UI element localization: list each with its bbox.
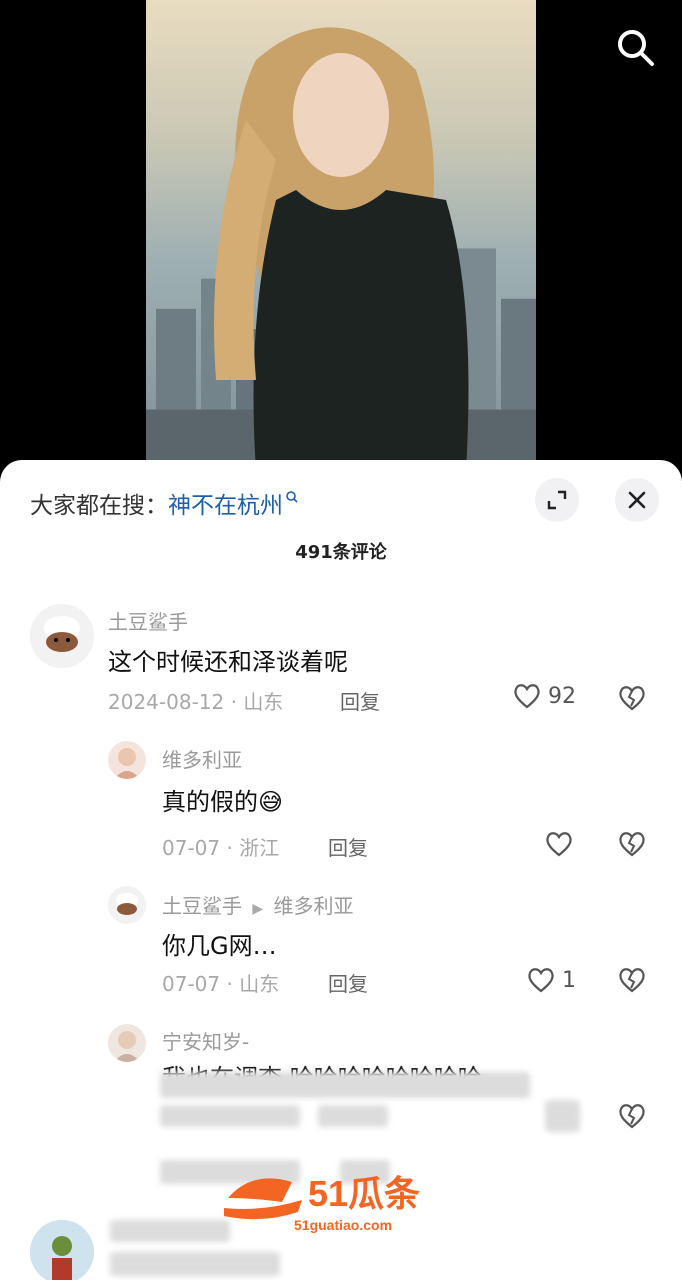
avatar-cow-icon bbox=[30, 604, 94, 668]
blurred-content bbox=[318, 1105, 388, 1127]
heart-icon bbox=[514, 684, 540, 709]
comment-meta: 07-07 · 山东 bbox=[162, 972, 280, 996]
avatar[interactable] bbox=[30, 1220, 94, 1280]
avatar-character-icon bbox=[30, 1220, 94, 1280]
comment-location: 山东 bbox=[239, 972, 280, 996]
watermark-url: 51guatiao.com bbox=[294, 1217, 392, 1233]
comment-meta: 07-07 · 浙江 bbox=[162, 836, 280, 860]
comment-text: 这个时候还和泽谈着呢 bbox=[108, 648, 348, 676]
close-icon bbox=[628, 491, 646, 509]
heart-icon[interactable] bbox=[544, 830, 574, 858]
avatar-girl-icon bbox=[114, 748, 140, 779]
blurred-content bbox=[160, 1072, 530, 1098]
broken-heart-icon[interactable] bbox=[617, 966, 647, 994]
blurred-content bbox=[160, 1105, 300, 1127]
comment-meta: 2024-08-12 · 山东 bbox=[108, 690, 284, 714]
blurred-content bbox=[545, 1100, 580, 1132]
app-screen: 大家都在搜：神不在杭州 491条评论 土豆鲨手 这个时候还和泽谈着呢 2024-… bbox=[0, 0, 682, 1280]
trending-keyword[interactable]: 神不在杭州 bbox=[168, 493, 283, 519]
blurred-content bbox=[110, 1252, 280, 1276]
broken-heart-icon[interactable] bbox=[617, 684, 647, 712]
search-small-icon bbox=[286, 491, 298, 503]
avatar[interactable] bbox=[108, 741, 146, 779]
search-icon[interactable] bbox=[612, 24, 660, 72]
avatar[interactable] bbox=[30, 604, 94, 668]
reply-button[interactable]: 回复 bbox=[340, 686, 380, 715]
reply-target-username[interactable]: 维多利亚 bbox=[274, 894, 354, 918]
broken-heart-icon[interactable] bbox=[617, 1102, 647, 1130]
comment-username[interactable]: 土豆鲨手 bbox=[162, 894, 242, 918]
expand-button[interactable] bbox=[535, 478, 579, 522]
comment-location: 山东 bbox=[243, 690, 284, 714]
comment-date: 07-07 bbox=[162, 836, 221, 860]
watermark-logo: 51瓜条 51guatiao.com bbox=[224, 1173, 420, 1233]
comment-username[interactable]: 维多利亚 bbox=[162, 744, 242, 773]
comment-count: 491条评论 bbox=[295, 542, 387, 563]
comment-sheet: 大家都在搜：神不在杭州 491条评论 土豆鲨手 这个时候还和泽谈着呢 2024-… bbox=[0, 460, 682, 1280]
comment-location: 浙江 bbox=[239, 836, 280, 860]
blurred-content bbox=[110, 1220, 230, 1242]
trending-search[interactable]: 大家都在搜：神不在杭州 bbox=[30, 486, 299, 520]
comment-username[interactable]: 土豆鲨手 bbox=[108, 606, 188, 635]
watermark-brand: 51瓜条 bbox=[308, 1173, 420, 1214]
person-figure bbox=[214, 27, 469, 470]
avatar[interactable] bbox=[108, 1024, 146, 1062]
like-button[interactable]: 92 bbox=[512, 682, 576, 710]
comment-date: 2024-08-12 bbox=[108, 690, 225, 714]
heart-icon bbox=[528, 968, 554, 993]
avatar-cow-icon bbox=[108, 886, 146, 924]
close-button[interactable] bbox=[615, 478, 659, 522]
reply-button[interactable]: 回复 bbox=[328, 832, 368, 861]
trending-label: 大家都在搜： bbox=[30, 493, 168, 519]
comment-text: 你几G网… bbox=[162, 932, 277, 960]
avatar[interactable] bbox=[108, 886, 146, 924]
like-count: 92 bbox=[548, 683, 576, 709]
comment-date: 07-07 bbox=[162, 972, 221, 996]
broken-heart-icon[interactable] bbox=[617, 830, 647, 858]
like-button[interactable]: 1 bbox=[526, 966, 576, 994]
like-count: 1 bbox=[562, 967, 576, 993]
comment-username[interactable]: 宁安知岁- bbox=[162, 1026, 249, 1055]
reply-button[interactable]: 回复 bbox=[328, 968, 368, 997]
comment-username-row: 土豆鲨手 ▶ 维多利亚 bbox=[162, 890, 354, 919]
expand-icon bbox=[547, 490, 567, 510]
avatar-girl-icon bbox=[114, 1031, 140, 1062]
reply-arrow-icon: ▶ bbox=[252, 901, 264, 917]
video-player[interactable] bbox=[146, 0, 536, 470]
comment-text: 真的假的😅 bbox=[162, 788, 284, 816]
